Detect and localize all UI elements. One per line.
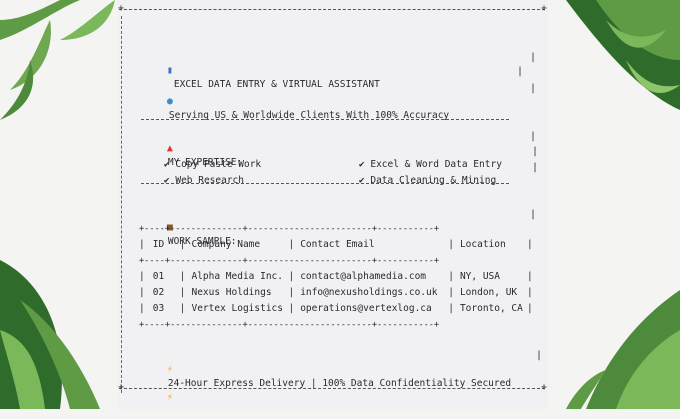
- globe-icon: ●: [166, 96, 173, 107]
- cell-id: 02: [152, 287, 165, 298]
- column-header: Contact Email: [300, 239, 375, 250]
- fern-left-decoration: [0, 0, 115, 409]
- top-border: [119, 9, 545, 10]
- expertise-item-label: Data Cleaning & Mining: [370, 175, 497, 186]
- title-row: ▮ EXCEL DATA ENTRY & VIRTUAL ASSISTANT: [141, 50, 380, 90]
- expertise-item: ✔ Excel & Word Data Entry: [336, 144, 502, 170]
- lightning-icon: ⚡: [166, 392, 173, 403]
- right-border-mark: |: [530, 52, 537, 63]
- cell-email: info@nexusholdings.co.uk: [300, 287, 438, 298]
- column-header: Location: [459, 239, 506, 250]
- footer-row: ⚡ 24-Hour Express Delivery | 100% Data C…: [141, 349, 511, 403]
- table-row: | 03 | Vertex Logistics | operations@vertexlo…: [139, 303, 533, 314]
- service-card: + + | | | | | | | | ▮ EXCEL DATA ENTRY &…: [117, 0, 548, 409]
- left-border: [121, 16, 122, 393]
- work-heading-row: ■ WORK SAMPLE:: [141, 207, 237, 247]
- divider: [141, 183, 509, 184]
- expertise-item: ✔ Data Cleaning & Mining: [336, 160, 496, 186]
- cell-company: Alpha Media Inc.: [191, 271, 283, 282]
- table-border: +----+--------------+-------------------…: [139, 256, 440, 266]
- right-border-mark: |: [517, 66, 524, 77]
- checkmark-icon: ✔: [163, 175, 170, 186]
- right-border-mark: |: [530, 209, 537, 220]
- expertise-item: ✔ Web Research: [141, 160, 244, 186]
- column-header: Company Name: [191, 239, 261, 250]
- cell-id: 03: [152, 303, 165, 314]
- cell-location: London, UK: [459, 287, 518, 298]
- corner-marker: +: [541, 3, 548, 14]
- right-border-mark: |: [530, 131, 537, 142]
- bottom-border: [119, 388, 545, 389]
- right-border-mark: |: [536, 350, 543, 361]
- fern-right-decoration: [566, 0, 680, 409]
- cell-location: NY, USA: [459, 271, 500, 282]
- expertise-item-label: Web Research: [175, 175, 244, 186]
- subtitle-row: ● Serving US & Worldwide Clients With 10…: [141, 81, 449, 121]
- right-border-mark: |: [532, 146, 539, 157]
- table-header-row: | ID | Company Name | Contact Email | Location |: [139, 239, 533, 250]
- table-border: +----+--------------+-------------------…: [139, 224, 440, 234]
- lightning-icon: ⚡: [166, 364, 173, 375]
- cell-id: 01: [152, 271, 165, 282]
- cell-email: contact@alphamedia.com: [300, 271, 427, 282]
- divider: [141, 119, 509, 120]
- checkmark-icon: ✔: [358, 175, 365, 186]
- expertise-heading-row: ▲ MY EXPERTISE:: [141, 128, 242, 168]
- table-border: +----+--------------+-------------------…: [139, 320, 440, 330]
- cell-company: Vertex Logistics: [191, 303, 283, 314]
- corner-marker: +: [541, 382, 548, 393]
- cell-email: operations@vertexlog.ca: [300, 303, 432, 314]
- expertise-item: ✔ Copy Paste Work: [141, 144, 261, 170]
- cell-company: Nexus Holdings: [191, 287, 272, 298]
- right-border-mark: |: [530, 83, 537, 94]
- bar-chart-icon: ▮: [166, 65, 173, 76]
- right-border-mark: |: [532, 162, 539, 173]
- column-header: ID: [152, 239, 165, 250]
- corner-marker: +: [118, 382, 125, 393]
- corner-marker: +: [118, 3, 125, 14]
- table-row: | 01 | Alpha Media Inc. | contact@alphamedia.…: [139, 271, 533, 282]
- table-row: | 02 | Nexus Holdings | info@nexusholdings.co…: [139, 287, 533, 298]
- cell-location: Toronto, CA: [459, 303, 523, 314]
